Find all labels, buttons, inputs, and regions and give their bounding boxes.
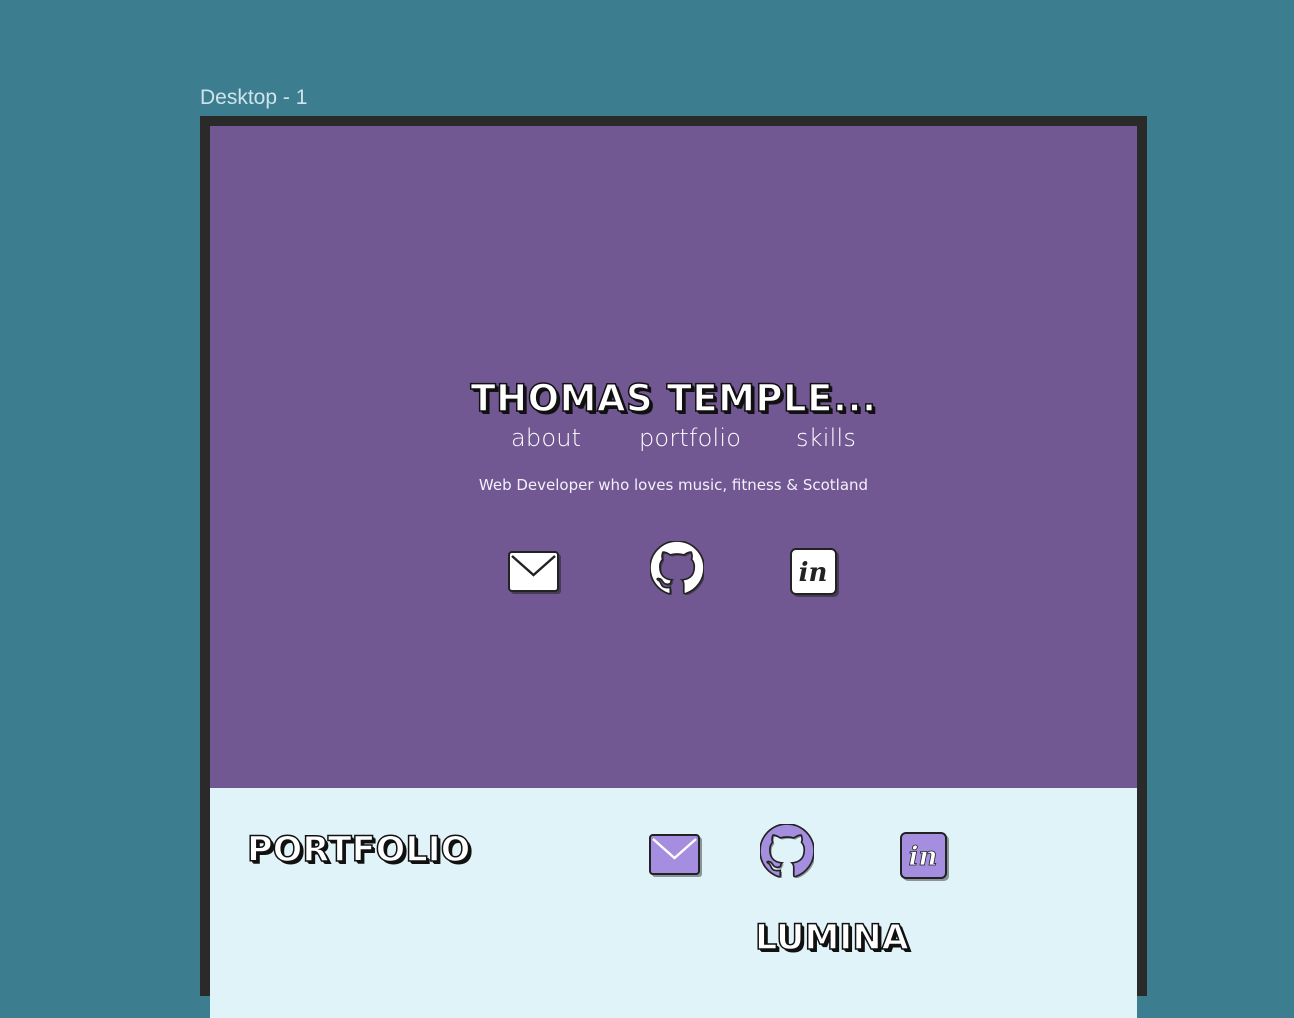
svg-text:in: in bbox=[909, 842, 938, 872]
mail-icon[interactable] bbox=[508, 551, 562, 595]
invision-icon[interactable]: in bbox=[900, 832, 950, 882]
invision-icon[interactable]: in bbox=[790, 548, 840, 598]
nav-about-link[interactable]: about bbox=[511, 424, 581, 452]
nav-skills-link[interactable]: skills bbox=[796, 424, 856, 452]
desktop-frame: about portfolio skills THOMAS TEMPLE... … bbox=[200, 116, 1147, 1018]
portfolio-section: PORTFOLIO in LUMINA bbox=[210, 788, 1137, 1018]
project-title-lumina: LUMINA bbox=[754, 917, 909, 959]
hero-title: THOMAS TEMPLE... bbox=[470, 376, 877, 421]
portfolio-heading: PORTFOLIO bbox=[246, 829, 471, 871]
nav-portfolio-link[interactable]: portfolio bbox=[639, 424, 741, 452]
mail-icon[interactable] bbox=[649, 834, 703, 878]
main-nav: about portfolio skills bbox=[210, 424, 1137, 458]
hero-section: about portfolio skills THOMAS TEMPLE... … bbox=[210, 126, 1137, 788]
hero-tagline: Web Developer who loves music, fitness &… bbox=[478, 476, 869, 494]
frame-label: Desktop - 1 bbox=[200, 86, 308, 109]
github-icon[interactable] bbox=[650, 541, 704, 595]
svg-text:in: in bbox=[799, 558, 828, 588]
github-icon[interactable] bbox=[760, 824, 814, 878]
